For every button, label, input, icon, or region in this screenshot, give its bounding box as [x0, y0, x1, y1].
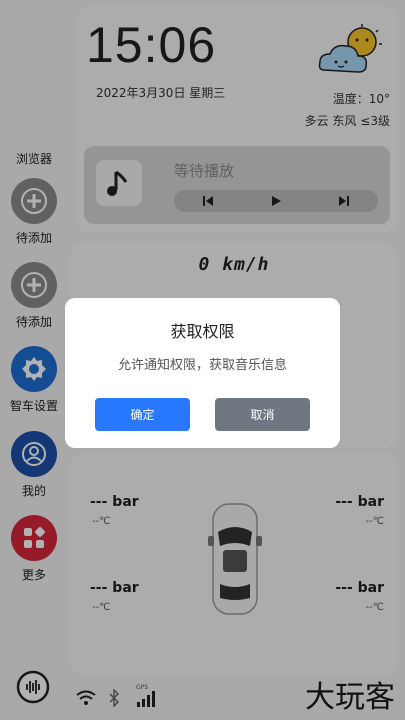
dialog-message: 允许通知权限，获取音乐信息 [117, 358, 287, 373]
permission-dialog: 获取权限 允许通知权限，获取音乐信息 确定 取消 [65, 298, 340, 448]
dialog-title: 获取权限 [170, 322, 235, 341]
confirm-button[interactable]: 确定 [95, 398, 190, 431]
cancel-button[interactable]: 取消 [215, 398, 310, 431]
watermark: 大玩客 [305, 680, 395, 715]
